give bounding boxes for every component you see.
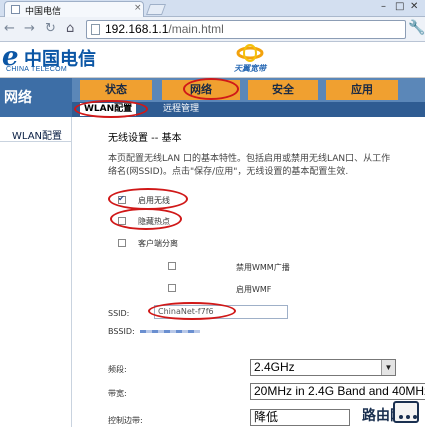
- sideband-label: 控制边带:: [108, 416, 143, 425]
- disable-wmm-label: 禁用WMM广播: [236, 263, 290, 272]
- band-select-value: 2.4GHz: [254, 360, 295, 374]
- logo-english-text: CHINA TELECOM: [6, 66, 67, 73]
- ssid-label: SSID:: [108, 309, 130, 318]
- client-isolation-label: 客户端分离: [138, 239, 178, 248]
- url-host: 192.168.1.1: [105, 22, 169, 36]
- reload-icon[interactable]: ↻: [45, 21, 56, 37]
- chevron-down-icon: ▼: [381, 360, 395, 375]
- bssid-value-redacted: [140, 330, 200, 333]
- sidebar: WLAN配置: [0, 117, 72, 427]
- router-header: e 中国电信 CHINA TELECOM 天翼宽带: [0, 42, 425, 78]
- hide-ap-label: 隐藏热点: [138, 217, 170, 226]
- client-isolation-checkbox[interactable]: [118, 239, 126, 247]
- description-line-1: 本页配置无线LAN 口的基本特性。包括启用或禁用无线LAN口、从工作: [108, 154, 391, 164]
- router-light: [399, 415, 403, 419]
- tianyi-logo-icon: [236, 44, 264, 62]
- bssid-label: BSSID:: [108, 327, 135, 336]
- browser-tab-title: 中国电信: [25, 7, 62, 17]
- minimize-window-button[interactable]: –: [381, 1, 386, 12]
- tab-application[interactable]: 应用: [326, 80, 398, 100]
- page-description: 本页配置无线LAN 口的基本特性。包括启用或禁用无线LAN口、从工作 络名(网S…: [108, 153, 425, 179]
- browser-tab-strip: 中国电信 × – □ ✕: [0, 0, 425, 17]
- brand-text: 天翼宽带: [234, 64, 266, 73]
- close-window-button[interactable]: ✕: [410, 1, 418, 12]
- sideband-select-value: 降低: [254, 410, 279, 424]
- main-content: 无线设置 -- 基本 本页配置无线LAN 口的基本特性。包括启用或禁用无线LAN…: [72, 117, 425, 427]
- band-label: 频段:: [108, 365, 127, 374]
- description-line-2: 络名(网SSID)。点击"保存/应用"，无线设置的基本配置生效.: [108, 167, 349, 177]
- subtab-remote-management[interactable]: 远程管理: [163, 103, 199, 116]
- close-tab-icon[interactable]: ×: [134, 3, 142, 13]
- page-favicon-icon: [11, 5, 20, 14]
- disable-wmm-checkbox[interactable]: [168, 262, 176, 270]
- enable-wmf-label: 启用WMF: [236, 285, 272, 294]
- forward-arrow-icon[interactable]: →: [24, 21, 35, 37]
- sidebar-divider: [0, 141, 72, 142]
- ssid-input[interactable]: ChinaNet-f7f6: [154, 305, 288, 319]
- tab-network[interactable]: 网络: [162, 80, 240, 100]
- browser-tab[interactable]: 中国电信 ×: [4, 1, 144, 17]
- sidebar-item-wlan-config[interactable]: WLAN配置: [12, 127, 62, 142]
- bandwidth-label: 带宽:: [108, 389, 127, 398]
- enable-wireless-label: 启用无线: [138, 196, 170, 205]
- enable-wmf-checkbox[interactable]: [168, 284, 176, 292]
- router-watermark-icon: [393, 401, 419, 423]
- subtab-wlan-config[interactable]: WLAN配置: [80, 103, 137, 116]
- hide-ap-checkbox[interactable]: [118, 217, 126, 225]
- sideband-select[interactable]: 降低: [250, 409, 350, 426]
- enable-wireless-checkbox[interactable]: [118, 194, 126, 204]
- section-title: 网络: [4, 90, 32, 106]
- bandwidth-select[interactable]: 20MHz in 2.4G Band and 40MHz: [250, 383, 425, 400]
- back-arrow-icon[interactable]: ←: [4, 21, 15, 37]
- wrench-icon[interactable]: 🔧: [408, 20, 425, 36]
- address-bar[interactable]: 192.168.1.1/main.html: [86, 20, 406, 39]
- bandwidth-select-value: 20MHz in 2.4G Band and 40MHz: [254, 384, 425, 398]
- url-path: /main.html: [168, 22, 224, 36]
- new-tab-button[interactable]: [145, 4, 167, 15]
- home-icon[interactable]: ⌂: [66, 21, 74, 37]
- browser-toolbar: ← → ↻ ⌂ 192.168.1.1/main.html 🔧: [0, 17, 425, 42]
- router-light: [413, 415, 417, 419]
- address-url[interactable]: 192.168.1.1/main.html: [105, 22, 224, 36]
- tab-security[interactable]: 安全: [248, 80, 318, 100]
- router-light: [406, 415, 410, 419]
- page-icon: [91, 24, 100, 35]
- page-title: 无线设置 -- 基本: [108, 133, 182, 144]
- band-select[interactable]: 2.4GHz ▼: [250, 359, 396, 376]
- maximize-window-button[interactable]: □: [395, 1, 404, 12]
- tab-status[interactable]: 状态: [80, 80, 152, 100]
